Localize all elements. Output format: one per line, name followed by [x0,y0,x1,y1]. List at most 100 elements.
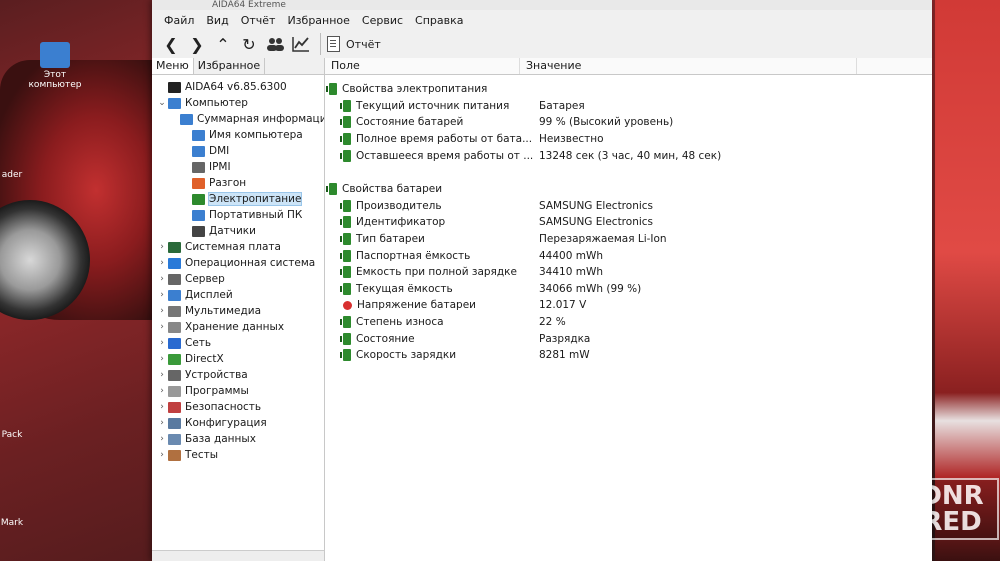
nav-tree: AIDA64 v6.85.6300 ⌄ Компьютер Суммарная инф… [152,75,324,463]
chevron-right-icon[interactable]: › [156,290,168,300]
details-row[interactable]: Скорость зарядки 8281 mW [325,347,932,364]
nav-tree-item[interactable]: › Хранение данных [156,319,324,335]
menu-view[interactable]: Вид [200,14,234,27]
details-row[interactable]: Полное время работы от бата... Неизвестно [325,131,932,148]
nav-tree-item[interactable]: Суммарная информация [156,111,324,127]
refresh-button[interactable]: ↻ [236,32,262,56]
nav-tree-item[interactable]: › Конфигурация [156,415,324,431]
field-label: Степень износа [356,316,444,329]
details-row[interactable]: Паспортная ёмкость 44400 mWh [325,247,932,264]
nav-tree-item[interactable]: › Устройства [156,367,324,383]
horizontal-scrollbar[interactable] [152,550,324,561]
chevron-right-icon[interactable]: › [156,274,168,284]
section-title: Свойства электропитания [342,83,488,96]
column-header-field[interactable]: Поле [325,58,520,74]
app-window: AIDA64 Extreme Файл Вид Отчёт Избранное … [152,0,932,561]
nav-tree-item[interactable]: ⌄ Компьютер [156,95,324,111]
field-cell: Тип батареи [325,233,537,246]
nav-tree-item[interactable]: › Дисплей [156,287,324,303]
user-button[interactable] [262,32,288,56]
details-row[interactable]: Тип батареи Перезаряжаемая Li-Ion [325,231,932,248]
column-headers: Поле Значение [325,58,932,75]
chevron-right-icon[interactable]: › [156,258,168,268]
details-row[interactable]: Напряжение батареи 12.017 V [325,297,932,314]
chevron-right-icon[interactable]: › [156,338,168,348]
chevron-right-icon[interactable]: › [156,450,168,460]
nav-tree-item[interactable]: › Программы [156,383,324,399]
chevron-right-icon[interactable]: › [156,306,168,316]
nav-tree-item[interactable]: Датчики [156,223,324,239]
value-cell: 8281 mW [539,349,590,362]
nav-tree-item[interactable]: DMI [156,143,324,159]
menu-help[interactable]: Справка [409,14,469,27]
nav-tree-item[interactable]: › Операционная система [156,255,324,271]
desktop-icon-3[interactable]: Pack [0,430,42,440]
details-row[interactable]: Текущая ёмкость 34066 mWh (99 %) [325,281,932,298]
nav-tree-item[interactable]: › Сеть [156,335,324,351]
chevron-right-icon[interactable]: › [156,370,168,380]
nav-tree-label: Компьютер [185,97,248,109]
menu-file[interactable]: Файл [158,14,200,27]
nav-tree-item[interactable]: › DirectX [156,351,324,367]
line-chart-icon [292,37,309,52]
nav-tree-item[interactable]: AIDA64 v6.85.6300 [156,79,324,95]
server-icon [168,273,181,285]
details-row[interactable]: Ёмкость при полной зарядке 34410 mWh [325,264,932,281]
menu-report[interactable]: Отчёт [235,14,282,27]
chevron-right-icon[interactable]: › [156,354,168,364]
back-button[interactable]: ❮ [158,32,184,56]
section-header[interactable]: Свойства электропитания [325,81,932,98]
voltage-icon [343,300,352,310]
details-row[interactable]: Состояние Разрядка [325,330,932,347]
nav-tree-item[interactable]: Разгон [156,175,324,191]
column-header-value[interactable]: Значение [520,58,857,74]
value-cell: Батарея [539,99,585,112]
up-button[interactable]: ⌃ [210,32,236,56]
chevron-right-icon[interactable]: › [156,242,168,252]
details-row[interactable]: Оставшееся время работы от ... 13248 сек … [325,147,932,164]
nav-tree-item[interactable]: › Сервер [156,271,324,287]
section-header-field: Свойства батареи [325,183,523,196]
nav-tree-label: Сервер [185,273,225,285]
chevron-right-icon[interactable]: › [156,418,168,428]
desktop-icon-this-pc[interactable]: Этот компьютер [25,42,85,90]
section-header[interactable]: Свойства батареи [325,181,932,198]
field-cell: Идентификатор [325,216,537,229]
nav-tree-item[interactable]: › Безопасность [156,399,324,415]
speaker-icon [168,305,181,317]
menu-service[interactable]: Сервис [356,14,409,27]
nav-tree-item[interactable]: › Тесты [156,447,324,463]
chevron-right-icon[interactable]: › [156,322,168,332]
nav-tree-item[interactable]: › Мультимедиа [156,303,324,319]
chevron-right-icon[interactable]: › [156,434,168,444]
plug-icon [340,266,351,279]
details-row[interactable]: Текущий источник питания Батарея [325,98,932,115]
details-row[interactable]: Идентификатор SAMSUNG Electronics [325,214,932,231]
report-button[interactable]: Отчёт [327,36,381,52]
tab-menu[interactable]: Меню [152,58,194,74]
nav-tree-item[interactable]: Имя компьютера [156,127,324,143]
nav-tree-item[interactable]: › Системная плата [156,239,324,255]
details-row[interactable]: Производитель SAMSUNG Electronics [325,198,932,215]
details-row[interactable]: Степень износа 22 % [325,314,932,331]
field-label: Паспортная ёмкость [356,249,471,262]
chart-button[interactable] [288,32,314,56]
details-row[interactable]: Состояние батарей 99 % (Высокий уровень) [325,114,932,131]
chevron-right-icon[interactable]: › [156,386,168,396]
nav-tree-item[interactable]: › База данных [156,431,324,447]
desktop-icon-label: Pack [1,430,23,440]
value-cell: SAMSUNG Electronics [539,216,654,229]
chevron-down-icon[interactable]: ⌄ [156,98,168,108]
wallpaper-wheel [0,200,90,320]
tab-favorites[interactable]: Избранное [194,58,266,74]
desktop-icon-2[interactable]: ader [0,170,42,180]
nav-tree-item[interactable]: Портативный ПК [156,207,324,223]
desktop-icon-4[interactable]: Mark [0,518,42,528]
field-label: Напряжение батареи [357,299,476,312]
nav-tree-item[interactable]: Электропитание [156,191,324,207]
plug-icon [340,332,351,345]
forward-button[interactable]: ❯ [184,32,210,56]
nav-tree-item[interactable]: IPMI [156,159,324,175]
menu-favorites[interactable]: Избранное [281,14,355,27]
chevron-right-icon[interactable]: › [156,402,168,412]
